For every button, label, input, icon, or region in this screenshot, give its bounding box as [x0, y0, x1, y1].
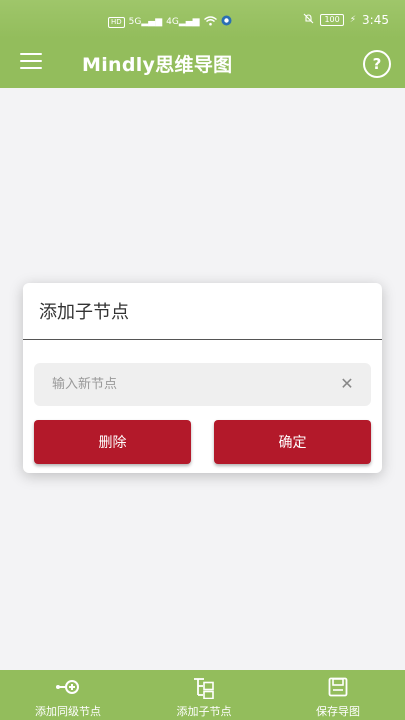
save-icon [328, 677, 348, 701]
save-map-button[interactable]: 保存导图 [302, 670, 374, 720]
status-left-icons: HD 5G▂▄▆ 4G▂▄▆ [108, 15, 232, 29]
status-bar: HD 5G▂▄▆ 4G▂▄▆ 100 ⚡ 3:45 [0, 0, 405, 38]
wifi-icon [203, 15, 217, 29]
dialog-divider [23, 339, 382, 340]
add-child-node-button[interactable]: 添加子节点 [158, 670, 250, 720]
app-title: Mindly思维导图 [82, 54, 233, 76]
status-right-icons: 100 ⚡ 3:45 [303, 13, 389, 27]
charging-icon: ⚡ [349, 15, 357, 25]
signal-4g-icon: 4G▂▄▆ [166, 17, 200, 27]
add-sibling-node-icon [55, 677, 81, 701]
confirm-button[interactable]: 确定 [214, 420, 371, 464]
hd-indicator: HD [108, 16, 125, 28]
clock: 3:45 [362, 13, 389, 27]
app-bar: Mindly思维导图 ? [0, 38, 405, 88]
clear-icon[interactable]: ✕ [337, 374, 357, 394]
app-notification-icon [221, 15, 232, 29]
node-input-container: ✕ [34, 363, 371, 406]
dialog-title: 添加子节点 [39, 302, 129, 323]
add-child-node-icon [192, 677, 216, 703]
battery-indicator: 100 [320, 14, 344, 26]
add-child-node-dialog: 添加子节点 ✕ 删除 确定 [23, 283, 382, 473]
add-sibling-node-label: 添加同级节点 [35, 705, 101, 718]
mute-icon [303, 13, 314, 27]
add-child-node-label: 添加子节点 [176, 705, 232, 718]
new-node-input[interactable] [52, 363, 332, 406]
add-sibling-node-button[interactable]: 添加同级节点 [22, 670, 114, 720]
bottom-nav: 添加同级节点 添加子节点 保存导图 [0, 670, 405, 720]
save-map-label: 保存导图 [316, 705, 360, 718]
menu-icon[interactable] [20, 53, 42, 69]
signal-5g-icon: 5G▂▄▆ [128, 17, 163, 27]
help-icon[interactable]: ? [363, 50, 391, 78]
delete-button[interactable]: 删除 [34, 420, 191, 464]
